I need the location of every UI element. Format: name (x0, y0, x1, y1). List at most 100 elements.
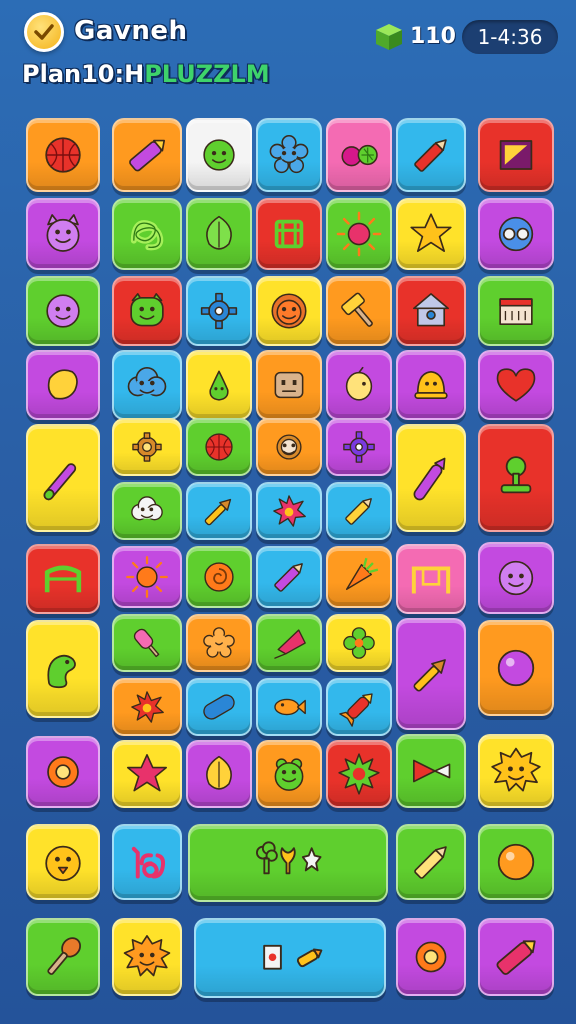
tile-brush[interactable] (186, 482, 252, 540)
gear-icon (200, 292, 238, 330)
tile-sunface[interactable] (478, 734, 554, 808)
tile-chick[interactable] (26, 824, 100, 900)
swirl-icon (204, 562, 234, 592)
tile-cat[interactable] (26, 198, 100, 270)
leaf-icon (206, 215, 232, 250)
tile-shuttlecock[interactable] (396, 734, 466, 808)
spiky-icon (338, 753, 380, 795)
tile-swirl[interactable] (186, 546, 252, 608)
tile-flag[interactable] (478, 118, 554, 192)
pencil-icon (274, 563, 303, 592)
tile-hammer[interactable] (326, 276, 392, 346)
tile-crayon[interactable] (112, 118, 182, 192)
orb-icon (497, 649, 535, 687)
tile-wand-tall[interactable] (26, 424, 100, 532)
brush-icon (204, 498, 232, 526)
tile-pen[interactable] (256, 546, 322, 608)
tile-goggles[interactable] (478, 198, 554, 270)
tile-pear[interactable] (186, 350, 252, 420)
tile-sixteen[interactable] (112, 824, 182, 900)
tile-heart[interactable] (478, 350, 554, 420)
tile-carrot[interactable] (326, 546, 392, 608)
tile-lion[interactable] (256, 276, 322, 346)
tile-gear[interactable] (186, 276, 252, 346)
tile-leaf[interactable] (186, 198, 252, 270)
tile-cloud-white[interactable] (112, 482, 182, 540)
gate-icon (274, 219, 304, 249)
number-sign-icon (131, 846, 166, 879)
tile-needle[interactable] (396, 824, 466, 900)
tile-feather[interactable] (186, 740, 252, 808)
tile-flower[interactable] (256, 118, 322, 192)
tile-lipstick[interactable] (478, 918, 554, 996)
tile-shop[interactable] (478, 276, 554, 346)
tile-house[interactable] (396, 276, 466, 346)
cloud-face-icon (127, 367, 167, 397)
tile-donut2[interactable] (396, 918, 466, 996)
tile-brush-tall[interactable] (396, 618, 466, 730)
tile-purple-face[interactable] (26, 276, 100, 346)
duo-icon (263, 944, 323, 970)
tile-popsicle[interactable] (112, 614, 182, 672)
tile-lionface[interactable] (112, 918, 182, 996)
arch-icon (44, 565, 82, 593)
tile-pill[interactable] (186, 678, 252, 736)
tile-ring[interactable] (26, 736, 100, 808)
crayon-icon (129, 139, 166, 172)
donut-icon (276, 434, 302, 460)
tile-gate[interactable] (256, 198, 322, 270)
tile-pencil-yellow[interactable] (326, 482, 392, 540)
tile-cloud[interactable] (112, 350, 182, 420)
tile-arch[interactable] (26, 544, 100, 614)
bell-icon (414, 370, 448, 400)
tile-swing[interactable] (396, 544, 466, 614)
tile-marker-tall[interactable] (396, 424, 466, 532)
tile-orb[interactable] (478, 620, 554, 716)
robot-face-icon (274, 371, 304, 399)
tile-rocket[interactable] (326, 678, 392, 736)
smile-face-icon (498, 560, 534, 596)
tile-paddle[interactable] (26, 918, 100, 996)
tile-splash[interactable] (112, 678, 182, 736)
tile-kite[interactable] (256, 614, 322, 672)
tile-star[interactable] (396, 198, 466, 270)
joystick-icon (500, 456, 532, 494)
tile-bubble[interactable] (478, 542, 554, 614)
cat-face-icon (46, 214, 80, 252)
tile-cog[interactable] (112, 418, 182, 476)
tile-cookie[interactable] (186, 614, 252, 672)
ring-icon (47, 756, 79, 788)
tile-duo[interactable] (194, 918, 386, 998)
tile-clover[interactable] (326, 614, 392, 672)
ring-icon (415, 941, 447, 973)
tile-sun-red[interactable] (326, 198, 392, 270)
tile-purple-gear[interactable] (326, 418, 392, 476)
tile-bell[interactable] (396, 350, 466, 420)
tile-starburst[interactable] (112, 740, 182, 808)
tile-monster[interactable] (112, 276, 182, 346)
tile-berries[interactable] (326, 118, 392, 192)
tile-ball[interactable] (26, 118, 100, 192)
cloud-face-icon (131, 496, 163, 521)
tile-smile[interactable] (186, 118, 252, 192)
tile-fish[interactable] (256, 678, 322, 736)
tile-lemon[interactable] (326, 350, 392, 420)
tile-red-ball[interactable] (186, 418, 252, 476)
tile-dino[interactable] (26, 620, 100, 718)
tile-robot[interactable] (256, 350, 322, 420)
tile-apple[interactable] (478, 824, 554, 900)
tile-blob[interactable] (26, 350, 100, 420)
tile-knot[interactable] (112, 198, 182, 270)
tile-trio[interactable] (188, 824, 388, 902)
tile-donut[interactable] (256, 418, 322, 476)
tile-splat[interactable] (256, 482, 322, 540)
tile-pencil[interactable] (396, 118, 466, 192)
flag-icon (499, 140, 533, 170)
rocket-icon (339, 693, 373, 727)
tile-joystick[interactable] (478, 424, 554, 532)
tile-spiky[interactable] (326, 740, 392, 808)
sun-icon (126, 556, 168, 598)
pill-icon (203, 694, 235, 720)
tile-sunburst[interactable] (112, 546, 182, 608)
tile-frog[interactable] (256, 740, 322, 808)
